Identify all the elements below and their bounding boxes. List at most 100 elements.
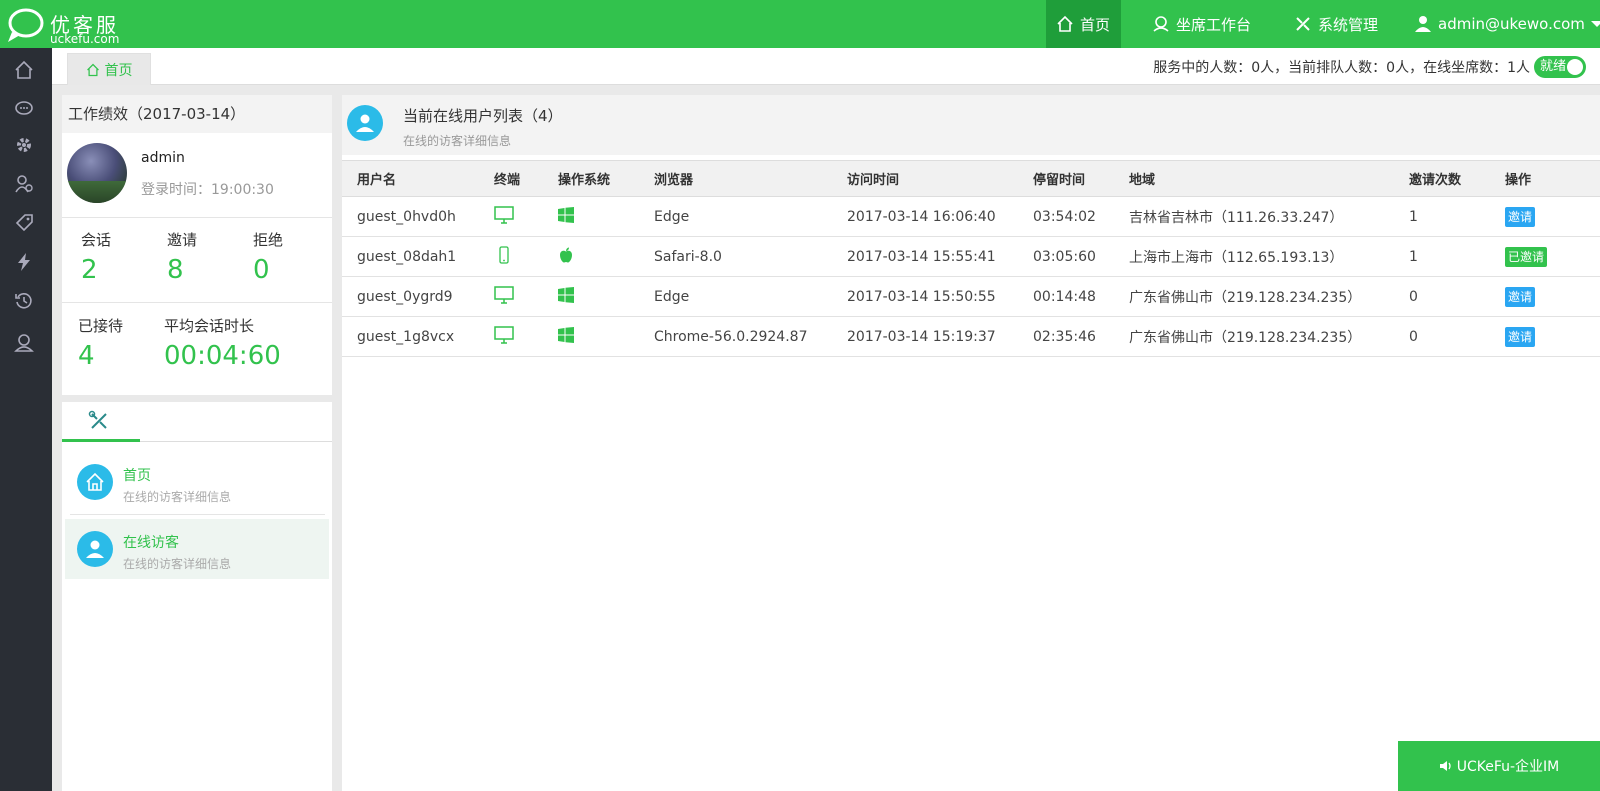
login-time: 登录时间：19:00:30 bbox=[141, 182, 274, 198]
panel-header: 当前在线用户列表（4） 在线的访客详细信息 bbox=[342, 95, 1600, 155]
nav-agent-label: 坐席工作台 bbox=[1176, 15, 1252, 34]
menu-item-desc: 在线的访客详细信息 bbox=[123, 557, 232, 571]
sidebar-chat-icon[interactable] bbox=[12, 97, 36, 121]
table-row: guest_1g8vcx Chrome-56.0.2924.87 2017-03… bbox=[342, 316, 1600, 357]
home-icon bbox=[1057, 15, 1073, 32]
panel-subtitle: 在线的访客详细信息 bbox=[403, 134, 512, 148]
column-header: 操作 bbox=[1490, 160, 1600, 197]
cell-username: guest_0hvd0h bbox=[342, 196, 479, 237]
nav-agent-workbench[interactable]: 坐席工作台 bbox=[1142, 0, 1261, 48]
tools-icon bbox=[1296, 17, 1310, 31]
tab-bar: 首页 服务中的人数：0人，当前排队人数：0人，在线坐席数：1人 就绪 bbox=[52, 48, 1600, 85]
cell-os bbox=[543, 316, 639, 357]
cell-browser: Edge bbox=[639, 196, 832, 237]
im-bar-label: UCKeFu-企业IM bbox=[1456, 759, 1560, 775]
online-users-panel: 当前在线用户列表（4） 在线的访客详细信息 用户名 终端 操作系统 浏览器 访问… bbox=[342, 95, 1600, 791]
im-chat-bar[interactable]: UCKeFu-企业IM bbox=[1398, 741, 1600, 791]
cell-username: guest_1g8vcx bbox=[342, 316, 479, 357]
cell-terminal bbox=[479, 236, 543, 277]
user-email: admin@ukewo.com bbox=[1438, 15, 1585, 33]
invited-button[interactable]: 已邀请 bbox=[1505, 246, 1548, 267]
cell-browser: Chrome-56.0.2924.87 bbox=[639, 316, 832, 357]
nav-system-management[interactable]: 系统管理 bbox=[1284, 0, 1388, 48]
tab-home[interactable]: 首页 bbox=[67, 53, 151, 85]
column-header: 终端 bbox=[479, 160, 543, 197]
user-icon bbox=[1415, 16, 1431, 32]
cell-action: 已邀请 bbox=[1490, 236, 1600, 277]
user-icon bbox=[347, 105, 383, 141]
desktop-icon bbox=[494, 325, 514, 344]
user-icon bbox=[77, 531, 113, 567]
cell-invite-count: 1 bbox=[1394, 236, 1490, 277]
performance-title: 工作绩效（2017-03-14） bbox=[62, 95, 332, 133]
tools-panel: 首页 在线的访客详细信息 在线访客 在线的访客详细信息 bbox=[62, 402, 332, 791]
sidebar-contacts-icon[interactable] bbox=[12, 172, 36, 196]
windows-icon bbox=[558, 286, 574, 303]
sidebar-lightning-icon[interactable] bbox=[12, 250, 36, 274]
cell-stay-time: 00:14:48 bbox=[1018, 276, 1114, 317]
brand-domain: uckefu.com bbox=[50, 32, 120, 46]
table-row: guest_0hvd0h Edge 2017-03-14 16:06:40 03… bbox=[342, 196, 1600, 237]
invite-button[interactable]: 邀请 bbox=[1505, 206, 1536, 227]
windows-icon bbox=[558, 206, 574, 223]
cell-invite-count: 1 bbox=[1394, 196, 1490, 237]
sidebar-home-icon[interactable] bbox=[12, 58, 36, 82]
invite-button[interactable]: 邀请 bbox=[1505, 326, 1536, 347]
cell-stay-time: 03:05:60 bbox=[1018, 236, 1114, 277]
session-count: 2 bbox=[81, 255, 98, 285]
cell-os bbox=[543, 276, 639, 317]
sidebar-agent-icon[interactable] bbox=[12, 331, 36, 355]
cell-terminal bbox=[479, 316, 543, 357]
divider bbox=[62, 217, 332, 218]
menu-item-title: 首页 bbox=[123, 468, 151, 484]
table-row: guest_08dah1 Safari-8.0 2017-03-14 15:55… bbox=[342, 236, 1600, 277]
nav-home[interactable]: 首页 bbox=[1046, 0, 1121, 48]
cell-visit-time: 2017-03-14 16:06:40 bbox=[832, 196, 1018, 237]
invite-button[interactable]: 邀请 bbox=[1505, 286, 1536, 307]
column-header: 地域 bbox=[1114, 160, 1394, 197]
icon-sidebar bbox=[0, 48, 52, 791]
user-menu[interactable]: admin@ukewo.com bbox=[1404, 0, 1600, 48]
cell-action: 邀请 bbox=[1490, 276, 1600, 317]
cell-region: 上海市上海市（112.65.193.13） bbox=[1114, 236, 1394, 277]
column-header: 操作系统 bbox=[543, 160, 639, 197]
ready-toggle[interactable]: 就绪 bbox=[1534, 56, 1586, 78]
tools-icon[interactable] bbox=[88, 410, 110, 432]
cell-region: 广东省佛山市（219.128.234.235） bbox=[1114, 316, 1394, 357]
received-label: 已接待 bbox=[78, 317, 124, 335]
column-header: 邀请次数 bbox=[1394, 160, 1490, 197]
home-icon bbox=[77, 464, 113, 500]
menu-item-title: 在线访客 bbox=[123, 535, 179, 551]
menu-item-online-visitors[interactable]: 在线访客 在线的访客详细信息 bbox=[65, 519, 329, 579]
avg-session-label: 平均会话时长 bbox=[164, 317, 255, 335]
ready-toggle-label: 就绪 bbox=[1540, 59, 1567, 74]
nav-system-label: 系统管理 bbox=[1318, 15, 1379, 34]
cell-region: 吉林省吉林市（111.26.33.247） bbox=[1114, 196, 1394, 237]
invite-count: 8 bbox=[167, 255, 184, 285]
top-bar: 优客服 uckefu.com 首页 坐席工作台 系统管理 admin@ukewo… bbox=[0, 0, 1600, 48]
avatar bbox=[67, 143, 127, 203]
column-header: 用户名 bbox=[342, 160, 479, 197]
sidebar-tag-icon[interactable] bbox=[12, 211, 36, 235]
logo[interactable]: 优客服 uckefu.com bbox=[6, 6, 136, 46]
cell-browser: Edge bbox=[639, 276, 832, 317]
table-row: guest_0ygrd9 Edge 2017-03-14 15:50:55 00… bbox=[342, 276, 1600, 317]
chevron-down-icon bbox=[1590, 21, 1600, 27]
tools-tab-active-indicator bbox=[62, 439, 140, 442]
cell-os bbox=[543, 196, 639, 237]
column-header: 浏览器 bbox=[639, 160, 832, 197]
windows-icon bbox=[558, 326, 574, 343]
menu-item-home[interactable]: 首页 在线的访客详细信息 bbox=[65, 452, 329, 512]
reject-count: 0 bbox=[253, 255, 270, 285]
cell-action: 邀请 bbox=[1490, 316, 1600, 357]
tab-home-label: 首页 bbox=[104, 62, 133, 79]
reject-label: 拒绝 bbox=[253, 231, 284, 249]
received-count: 4 bbox=[78, 341, 95, 371]
column-header: 访问时间 bbox=[832, 160, 1018, 197]
cell-action: 邀请 bbox=[1490, 196, 1600, 237]
divider bbox=[70, 514, 325, 515]
agent-username: admin bbox=[141, 150, 185, 166]
sidebar-settings-gear-icon[interactable] bbox=[12, 133, 36, 157]
cell-invite-count: 0 bbox=[1394, 276, 1490, 317]
sidebar-history-icon[interactable] bbox=[12, 289, 36, 313]
